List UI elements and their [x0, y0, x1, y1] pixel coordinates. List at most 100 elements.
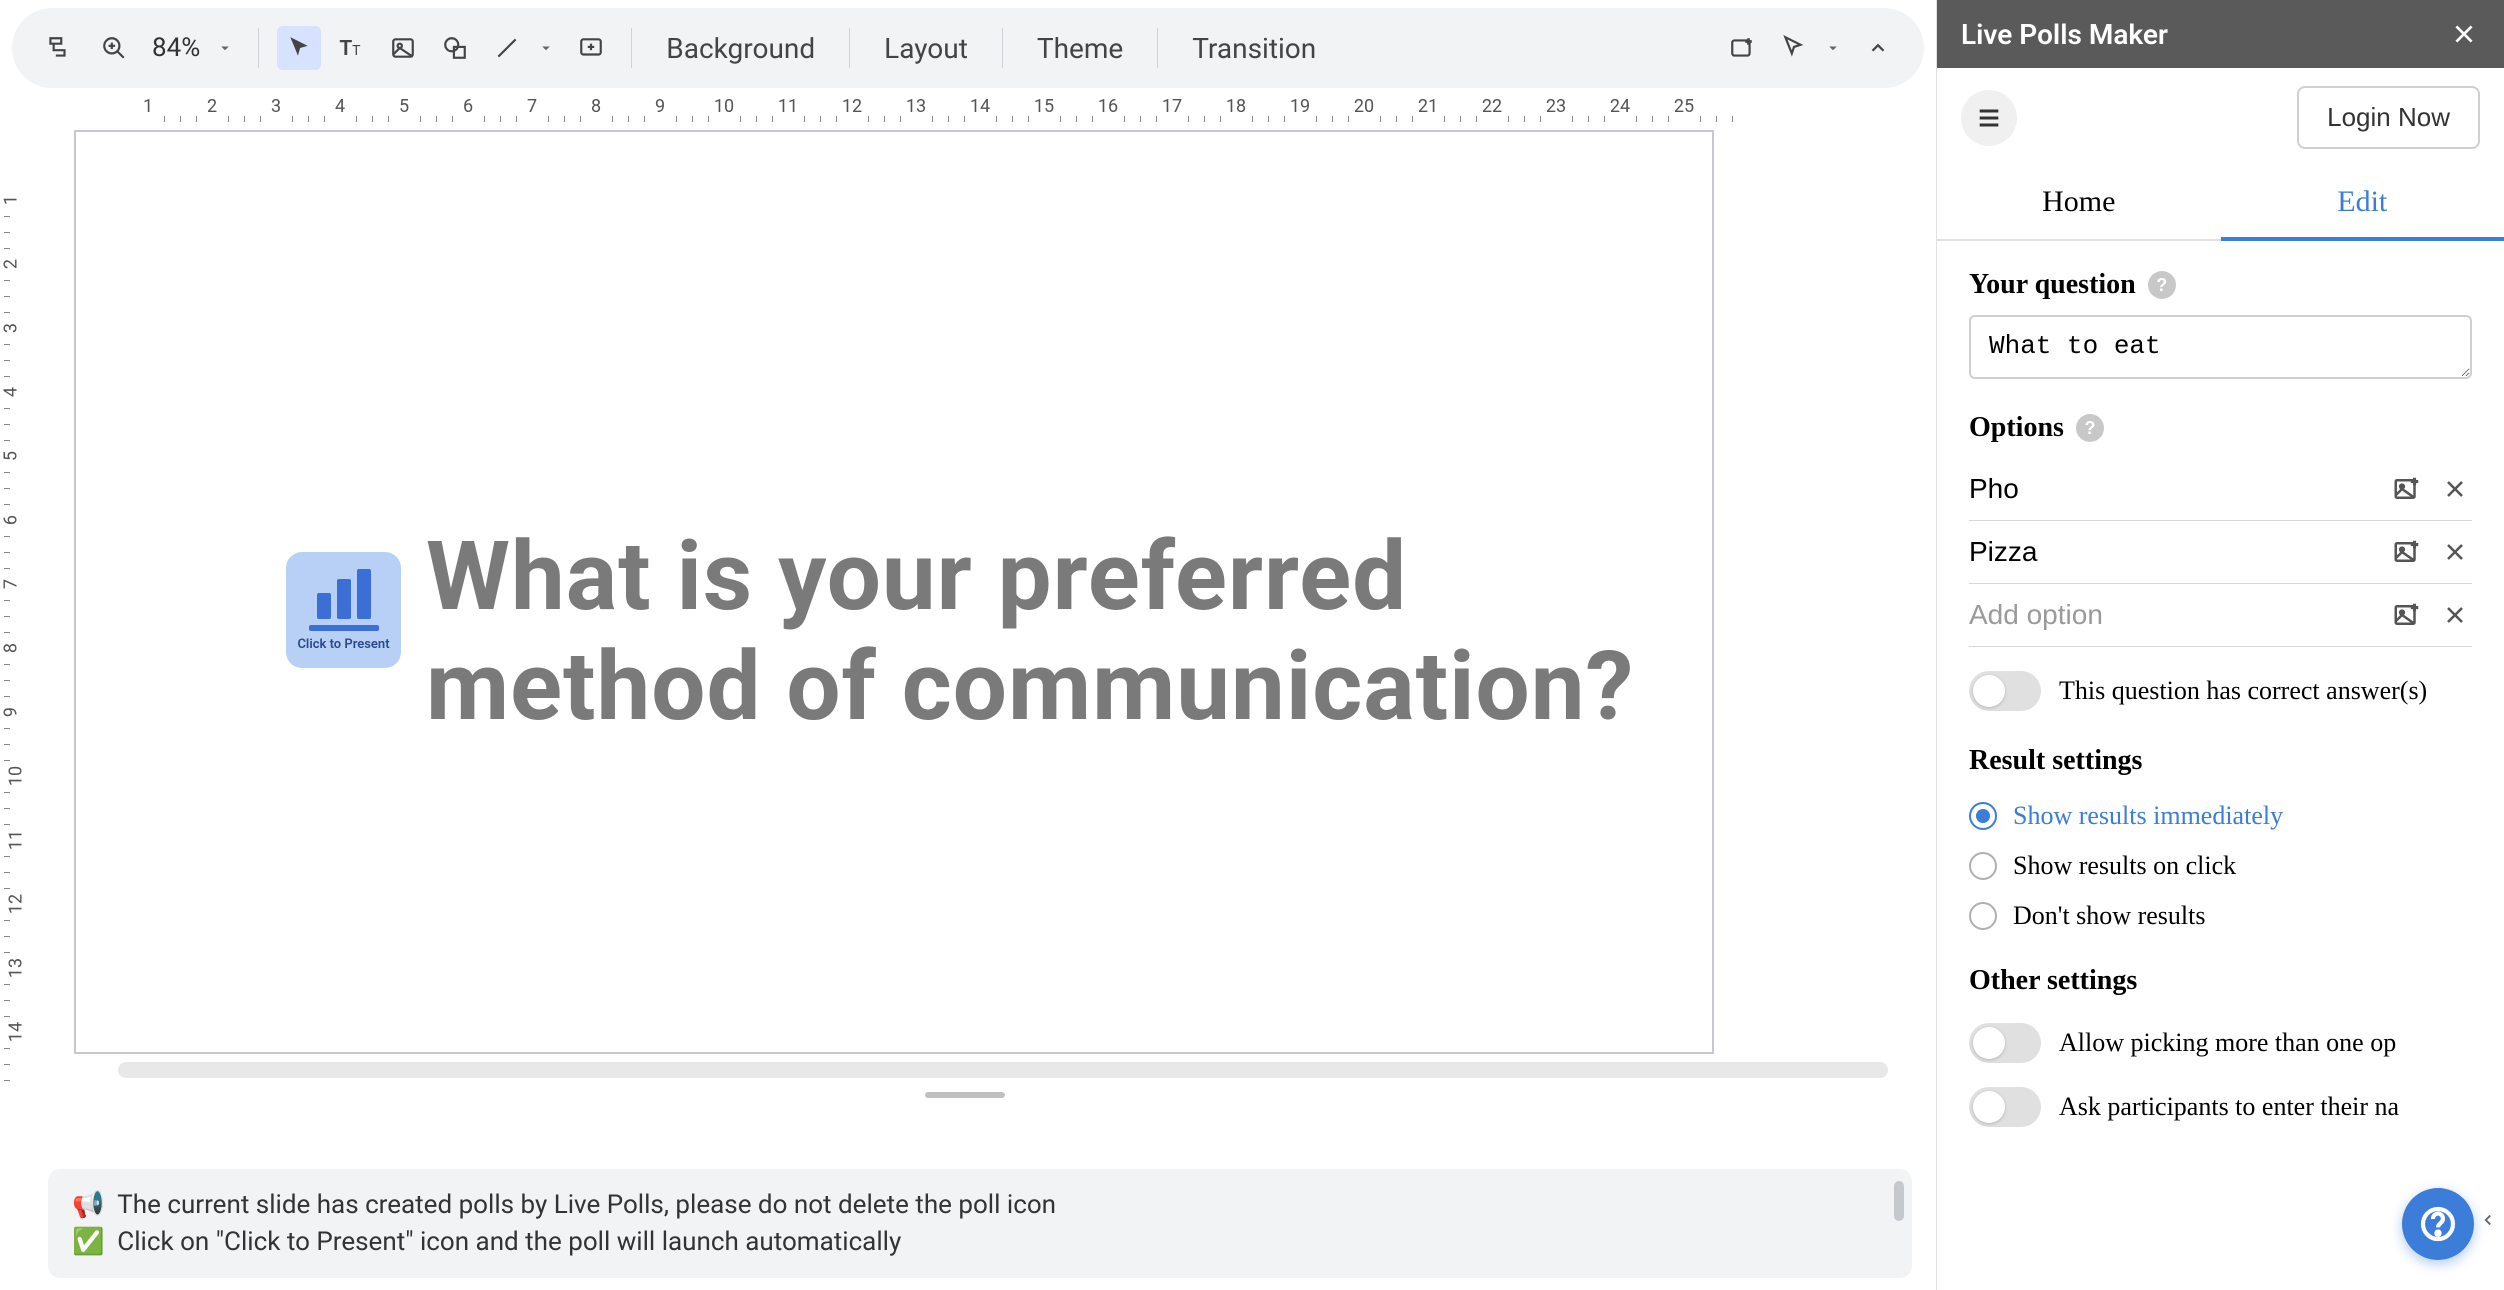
- question-input[interactable]: [1969, 315, 2472, 379]
- ruler-h-tick: 19: [1290, 96, 1310, 117]
- other-settings-label: Other settings: [1969, 965, 2472, 997]
- close-sidebar-button[interactable]: [2448, 18, 2480, 50]
- radio-icon: [1969, 852, 1997, 880]
- remove-option-icon[interactable]: [2438, 535, 2472, 569]
- remove-option-icon[interactable]: [2438, 472, 2472, 506]
- sidebar-content: Your question ? Options ?: [1937, 241, 2504, 1290]
- megaphone-icon: 📢: [72, 1190, 104, 1220]
- radio-immediately[interactable]: Show results immediately: [1969, 791, 2472, 841]
- radio-icon: [1969, 902, 1997, 930]
- add-image-icon[interactable]: [2390, 598, 2424, 632]
- main-editor-area: 84% TT Background Layout: [0, 0, 1936, 1290]
- notes-line-2: ✅ Click on "Click to Present" icon and t…: [72, 1224, 1888, 1260]
- slide-scroll-area[interactable]: Click to Present What is your preferred …: [18, 130, 1936, 1157]
- radio-label-on-click: Show results on click: [2013, 851, 2236, 881]
- other-settings-text: Other settings: [1969, 965, 2137, 997]
- comment-tool-icon[interactable]: [569, 26, 613, 70]
- option-input-0[interactable]: [1969, 473, 2376, 505]
- canvas-wrapper: 1234567891011121314 Click to Present Wha…: [0, 130, 1936, 1157]
- collapse-sidebar-icon[interactable]: [2476, 1200, 2500, 1240]
- option-row: [1969, 521, 2472, 584]
- check-icon: ✅: [72, 1227, 104, 1257]
- zoom-control[interactable]: 84%: [92, 26, 240, 70]
- ruler-h-tick: 22: [1482, 96, 1502, 117]
- correct-answer-toggle[interactable]: [1969, 671, 2041, 711]
- line-tool-icon[interactable]: [485, 26, 529, 70]
- poll-widget[interactable]: Click to Present: [286, 552, 401, 668]
- options-section-label: Options ?: [1969, 412, 2472, 444]
- transition-button[interactable]: Transition: [1176, 22, 1332, 75]
- poll-bars-icon: [317, 569, 371, 619]
- zoom-icon[interactable]: [92, 26, 136, 70]
- slide-canvas[interactable]: Click to Present What is your preferred …: [74, 130, 1714, 1054]
- radio-on-click[interactable]: Show results on click: [1969, 841, 2472, 891]
- login-button[interactable]: Login Now: [2297, 86, 2480, 149]
- hamburger-menu-button[interactable]: [1961, 90, 2017, 146]
- tab-home[interactable]: Home: [1937, 167, 2221, 239]
- notes-text-1: The current slide has created polls by L…: [117, 1190, 1056, 1220]
- radio-dont-show[interactable]: Don't show results: [1969, 891, 2472, 941]
- radio-label-dont-show: Don't show results: [2013, 901, 2205, 931]
- add-option-input[interactable]: [1969, 599, 2376, 631]
- tab-edit[interactable]: Edit: [2221, 167, 2504, 241]
- result-settings-text: Result settings: [1969, 745, 2142, 777]
- pointer-options-icon[interactable]: [1772, 26, 1816, 70]
- ask-name-toggle[interactable]: [1969, 1087, 2041, 1127]
- collapse-toolbar-icon[interactable]: [1856, 26, 1900, 70]
- ruler-h-tick: 18: [1226, 96, 1246, 117]
- ruler-h-tick: 10: [714, 96, 734, 117]
- pointer-dropdown-caret[interactable]: [1824, 39, 1848, 57]
- ruler-h-tick: 8: [591, 96, 601, 117]
- speaker-notes-panel[interactable]: 📢 The current slide has created polls by…: [48, 1169, 1912, 1278]
- sidebar-tabs: Home Edit: [1937, 167, 2504, 241]
- ruler-h-tick: 11: [778, 96, 798, 117]
- theme-button[interactable]: Theme: [1021, 22, 1139, 75]
- paint-format-icon[interactable]: [36, 26, 80, 70]
- image-tool-icon[interactable]: [381, 26, 425, 70]
- ruler-h-tick: 4: [335, 96, 345, 117]
- option-input-1[interactable]: [1969, 536, 2376, 568]
- ruler-h-tick: 3: [271, 96, 281, 117]
- ruler-h-tick: 21: [1418, 96, 1438, 117]
- ruler-h-tick: 6: [463, 96, 473, 117]
- ask-name-label: Ask participants to enter their na: [2059, 1092, 2399, 1122]
- ruler-h-tick: 9: [655, 96, 665, 117]
- insert-image-icon[interactable]: [1720, 26, 1764, 70]
- ruler-h-tick: 16: [1098, 96, 1118, 117]
- correct-answer-label: This question has correct answer(s): [2059, 676, 2427, 706]
- help-fab-button[interactable]: [2402, 1188, 2474, 1260]
- notes-resize-handle[interactable]: [925, 1092, 1005, 1098]
- zoom-dropdown-caret[interactable]: [216, 39, 240, 57]
- shape-tool-icon[interactable]: [433, 26, 477, 70]
- question-help-icon[interactable]: ?: [2148, 271, 2176, 299]
- ruler-h-tick: 25: [1674, 96, 1694, 117]
- toolbar-divider: [1002, 28, 1003, 68]
- sidebar-title: Live Polls Maker: [1961, 18, 2448, 51]
- ask-name-toggle-row: Ask participants to enter their na: [1969, 1075, 2472, 1139]
- ruler-h-tick: 13: [906, 96, 926, 117]
- line-dropdown-caret[interactable]: [537, 39, 561, 57]
- add-image-icon[interactable]: [2390, 535, 2424, 569]
- svg-text:T: T: [352, 43, 361, 59]
- horizontal-ruler: 1234567891011121314151617181920212223242…: [48, 94, 1912, 130]
- poll-caption: Click to Present: [297, 637, 389, 652]
- live-polls-sidebar: Live Polls Maker Login Now Home Edit You…: [1936, 0, 2504, 1290]
- remove-option-icon[interactable]: [2438, 598, 2472, 632]
- correct-answer-toggle-row: This question has correct answer(s): [1969, 647, 2472, 735]
- select-tool-icon[interactable]: [277, 26, 321, 70]
- notes-scrollbar[interactable]: [1894, 1181, 1904, 1221]
- horizontal-scrollbar[interactable]: [118, 1062, 1888, 1078]
- add-image-icon[interactable]: [2390, 472, 2424, 506]
- text-tool-icon[interactable]: TT: [329, 26, 373, 70]
- sidebar-top-bar: Login Now: [1937, 68, 2504, 167]
- ruler-h-tick: 24: [1610, 96, 1630, 117]
- options-help-icon[interactable]: ?: [2076, 414, 2104, 442]
- slide-title-text[interactable]: What is your preferred method of communi…: [426, 522, 1712, 743]
- ruler-h-tick: 1: [143, 96, 153, 117]
- ruler-h-tick: 14: [970, 96, 990, 117]
- allow-multi-toggle[interactable]: [1969, 1023, 2041, 1063]
- layout-button[interactable]: Layout: [868, 22, 984, 75]
- ruler-h-tick: 15: [1034, 96, 1054, 117]
- background-button[interactable]: Background: [650, 22, 831, 75]
- toolbar-divider: [631, 28, 632, 68]
